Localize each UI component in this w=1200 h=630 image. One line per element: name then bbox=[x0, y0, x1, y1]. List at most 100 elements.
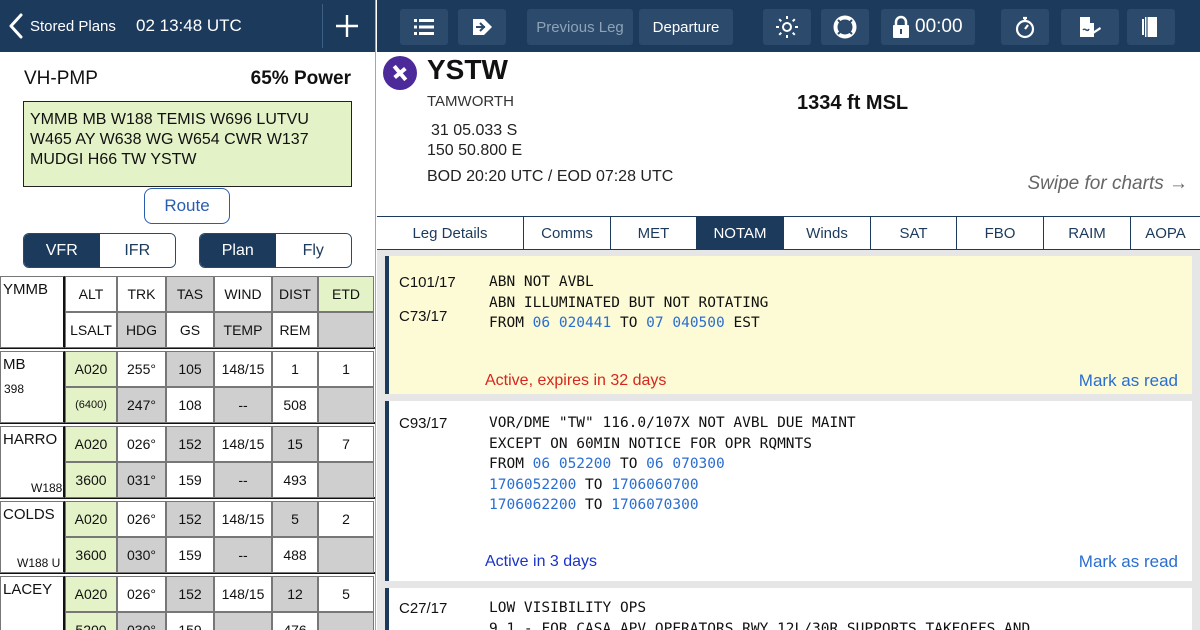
wind-cell[interactable]: 148/15 bbox=[214, 501, 272, 537]
airport-info-panel: Previous Leg Departure 00:00 YSTW TAMWOR… bbox=[377, 0, 1200, 630]
gs-cell: 159 bbox=[166, 612, 214, 630]
notam-text: VOR/DME "TW" 116.0/107X NOT AVBL DUE MAI… bbox=[489, 415, 856, 513]
mark-as-read-link[interactable]: Mark as read bbox=[1079, 552, 1178, 572]
plate-annotate-button[interactable] bbox=[1061, 9, 1119, 45]
time-link[interactable]: 1706062200 bbox=[489, 497, 576, 513]
lsalt-cell[interactable]: (6400) bbox=[65, 387, 117, 423]
trk-cell: 026° bbox=[117, 501, 166, 537]
route-line: YMMB MB W188 TEMIS W696 LUTVU bbox=[30, 111, 309, 128]
time-link[interactable]: 06 020441 bbox=[533, 315, 612, 331]
origin-cell[interactable]: YMMB bbox=[0, 276, 65, 348]
trk-cell: 255° bbox=[117, 351, 166, 387]
add-plan-button[interactable] bbox=[322, 4, 370, 48]
lsalt-cell[interactable]: 3600 bbox=[65, 462, 117, 498]
swipe-hint[interactable]: Swipe for charts → bbox=[1028, 173, 1189, 195]
lsalt-cell[interactable]: 5200 bbox=[65, 612, 117, 630]
ifr-option[interactable]: IFR bbox=[99, 234, 175, 267]
notam-status: Active in 3 days bbox=[485, 553, 598, 570]
previous-leg-button[interactable]: Previous Leg bbox=[527, 9, 633, 45]
tab-leg-details[interactable]: Leg Details bbox=[377, 217, 524, 249]
wind-cell[interactable]: 148/15 bbox=[214, 426, 272, 462]
departure-button[interactable]: Departure bbox=[639, 9, 733, 45]
route-button[interactable]: Route bbox=[144, 188, 230, 224]
table-row[interactable]: LACEY A020 026° 152 148/15 12 5 5200 030… bbox=[0, 576, 375, 630]
fly-option[interactable]: Fly bbox=[275, 234, 351, 267]
table-row[interactable]: COLDS W188 U A020 026° 152 148/15 5 2 36… bbox=[0, 501, 375, 574]
list-button[interactable] bbox=[400, 9, 448, 45]
rem-cell: 508 bbox=[272, 387, 318, 423]
time-link[interactable]: 06 052200 bbox=[533, 456, 612, 472]
col-header: DIST bbox=[272, 276, 318, 312]
time-link[interactable]: 1706060700 bbox=[611, 477, 698, 493]
power-setting[interactable]: 65% Power bbox=[251, 68, 351, 90]
alt-cell[interactable]: A020 bbox=[65, 501, 117, 537]
aircraft-registration[interactable]: VH-PMP bbox=[24, 68, 98, 90]
waypoint-cell[interactable]: MB 398 bbox=[0, 351, 65, 423]
waypoint-cell[interactable]: HARRO W188 bbox=[0, 426, 65, 498]
notam-text: LOW VISIBILITY OPS 9.1 - FOR CASA APV OP… bbox=[489, 600, 1031, 630]
tab-comms[interactable]: Comms bbox=[524, 217, 611, 249]
tas-cell[interactable]: 105 bbox=[166, 351, 214, 387]
mark-as-read-link[interactable]: Mark as read bbox=[1079, 371, 1178, 391]
tab-aopa[interactable]: AOPA bbox=[1131, 217, 1200, 249]
brightness-button[interactable] bbox=[763, 9, 811, 45]
hdg-cell: 031° bbox=[117, 462, 166, 498]
alt-cell[interactable]: A020 bbox=[65, 426, 117, 462]
lsalt-cell[interactable]: 3600 bbox=[65, 537, 117, 573]
tab-notam[interactable]: NOTAM bbox=[697, 217, 784, 249]
chevron-left-icon bbox=[9, 13, 23, 39]
time-link[interactable]: 07 040500 bbox=[646, 315, 725, 331]
notam-card[interactable]: C101/17 C73/17 ABN NOT AVBL ABN ILLUMINA… bbox=[385, 256, 1192, 394]
left-header-bar: Stored Plans 02 13:48 UTC bbox=[0, 0, 375, 52]
top-toolbar: Previous Leg Departure 00:00 bbox=[377, 0, 1200, 52]
col-header bbox=[318, 312, 374, 348]
notam-card[interactable]: C93/17 VOR/DME "TW" 116.0/107X NOT AVBL … bbox=[385, 401, 1192, 581]
table-row[interactable]: HARRO W188 A020 026° 152 148/15 15 7 360… bbox=[0, 426, 375, 499]
col-header: ETD bbox=[318, 276, 374, 312]
lock-timer-button[interactable]: 00:00 bbox=[881, 9, 975, 45]
flight-plan-panel: Stored Plans 02 13:48 UTC VH-PMP 65% Pow… bbox=[0, 0, 376, 630]
dist-cell: 1 bbox=[272, 351, 318, 387]
tab-sat[interactable]: SAT bbox=[871, 217, 957, 249]
info-tabs: Leg Details Comms MET NOTAM Winds SAT FB… bbox=[377, 216, 1200, 250]
back-button[interactable]: Stored Plans bbox=[8, 10, 116, 42]
tab-fbo[interactable]: FBO bbox=[957, 217, 1044, 249]
emergency-button[interactable] bbox=[821, 9, 869, 45]
time-link[interactable]: 06 070300 bbox=[646, 456, 725, 472]
rem-cell: 488 bbox=[272, 537, 318, 573]
tas-cell[interactable]: 152 bbox=[166, 576, 214, 612]
gs-cell: 108 bbox=[166, 387, 214, 423]
tas-cell[interactable]: 152 bbox=[166, 501, 214, 537]
plan-option[interactable]: Plan bbox=[200, 234, 276, 267]
temp-cell: -- bbox=[214, 462, 272, 498]
table-row[interactable]: MB 398 A020 255° 105 148/15 1 1 (6400) 2… bbox=[0, 351, 375, 424]
waypoint-cell[interactable]: LACEY bbox=[0, 576, 65, 630]
time-link[interactable]: 1706052200 bbox=[489, 477, 576, 493]
documents-button[interactable] bbox=[1127, 9, 1175, 45]
tab-winds[interactable]: Winds bbox=[784, 217, 871, 249]
col-header: ALT bbox=[65, 276, 117, 312]
col-header: GS bbox=[166, 312, 214, 348]
flight-plan-send-button[interactable] bbox=[458, 9, 506, 45]
route-text-box[interactable]: YMMB MB W188 TEMIS W696 LUTVU W465 AY W6… bbox=[23, 101, 352, 187]
airport-longitude: 150 50.800 E bbox=[427, 142, 523, 159]
alt-cell[interactable]: A020 bbox=[65, 351, 117, 387]
time-link[interactable]: 1706070300 bbox=[611, 497, 698, 513]
temp-cell: -- bbox=[214, 387, 272, 423]
wind-cell[interactable]: 148/15 bbox=[214, 351, 272, 387]
temp-cell: -- bbox=[214, 612, 272, 630]
stopwatch-icon bbox=[1015, 16, 1035, 39]
tas-cell[interactable]: 152 bbox=[166, 426, 214, 462]
waypoint-cell[interactable]: COLDS W188 U bbox=[0, 501, 65, 573]
stopwatch-button[interactable] bbox=[1001, 9, 1049, 45]
dist-cell: 12 bbox=[272, 576, 318, 612]
alt-cell[interactable]: A020 bbox=[65, 576, 117, 612]
blank-cell bbox=[318, 537, 374, 573]
etd-cell: 1 bbox=[318, 351, 374, 387]
wind-cell[interactable]: 148/15 bbox=[214, 576, 272, 612]
notam-card[interactable]: C27/17 LOW VISIBILITY OPS 9.1 - FOR CASA… bbox=[385, 588, 1192, 630]
tab-raim[interactable]: RAIM bbox=[1044, 217, 1131, 249]
tab-met[interactable]: MET bbox=[611, 217, 697, 249]
flight-rules-toggle: VFR IFR bbox=[23, 233, 176, 268]
vfr-option[interactable]: VFR bbox=[24, 234, 100, 267]
